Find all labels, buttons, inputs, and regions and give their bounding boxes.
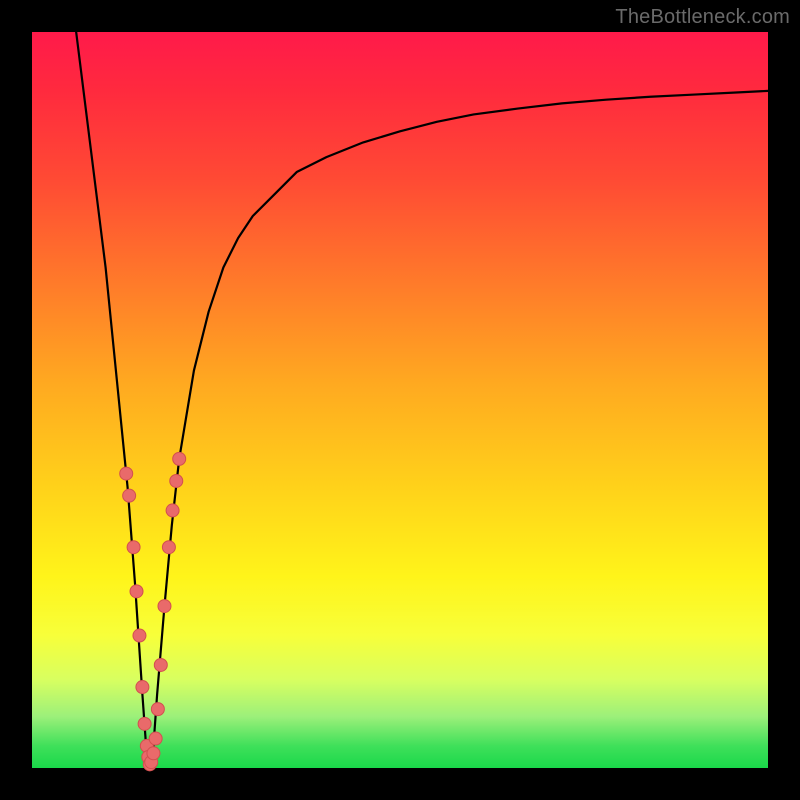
chart-svg [32,32,768,768]
data-point [147,747,160,760]
data-point [149,732,162,745]
data-point [123,489,136,502]
data-point [170,474,183,487]
data-point [130,585,143,598]
plot-area [32,32,768,768]
data-point [158,600,171,613]
data-point [133,629,146,642]
data-point [173,452,186,465]
data-point [154,658,167,671]
watermark-text: TheBottleneck.com [615,6,790,29]
data-point [138,717,151,730]
chart-frame: TheBottleneck.com [0,0,800,800]
data-point [127,541,140,554]
data-point [162,541,175,554]
bottleneck-curve [76,32,768,768]
data-point [151,703,164,716]
data-point [120,467,133,480]
data-point [136,681,149,694]
data-point [166,504,179,517]
scatter-points [120,452,186,770]
